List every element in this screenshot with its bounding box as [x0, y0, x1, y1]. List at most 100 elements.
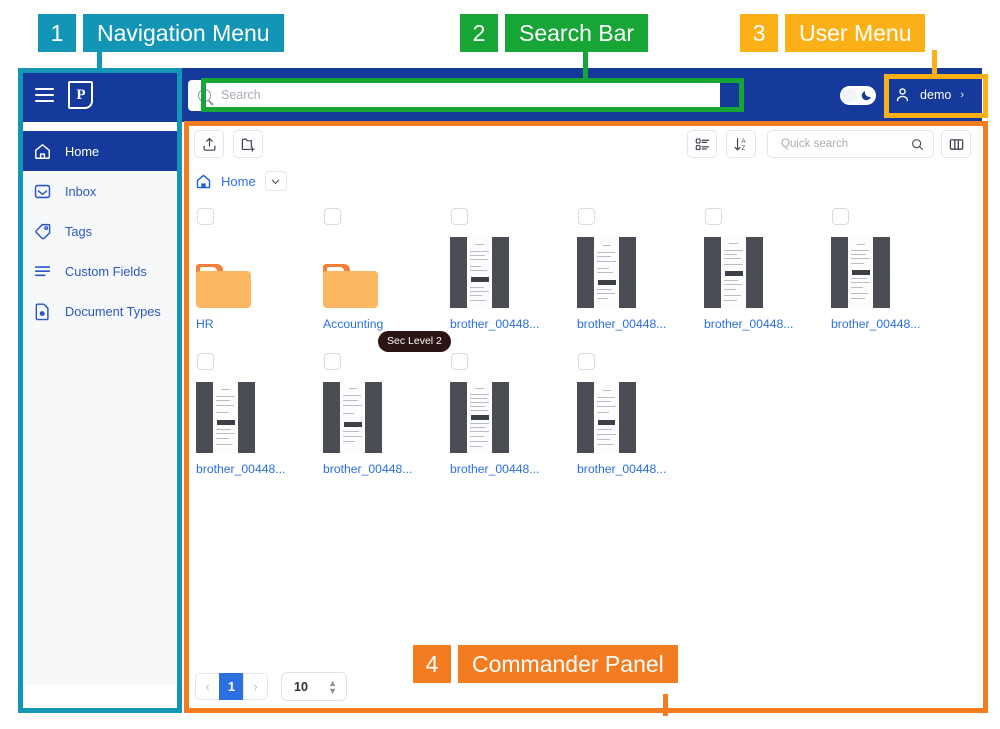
- search-icon: [198, 88, 211, 102]
- user-menu[interactable]: demo ›: [890, 82, 970, 108]
- document-thumbnail-icon: [704, 237, 763, 308]
- upload-icon: [203, 137, 215, 151]
- pagination-prev-button[interactable]: ‹: [195, 673, 220, 700]
- grid-item-document[interactable]: brother_00448...: [448, 200, 575, 345]
- grid-item-document[interactable]: brother_00448...: [448, 345, 575, 490]
- grid-item-document[interactable]: brother_00448...: [829, 200, 956, 345]
- page-size-value: 10: [294, 679, 308, 694]
- application-window: P Search demo › Home Inbox Tags Custom F…: [18, 68, 982, 713]
- hamburger-menu-icon[interactable]: [35, 88, 54, 102]
- updown-arrows-icon: ▲ ▼: [328, 677, 337, 696]
- navbar-brand-area: P: [18, 68, 182, 122]
- search-icon: [912, 138, 924, 150]
- quick-search-box[interactable]: [767, 130, 934, 158]
- item-checkbox[interactable]: [705, 208, 722, 225]
- item-label[interactable]: brother_00448...: [575, 317, 702, 331]
- dark-mode-toggle[interactable]: [840, 85, 877, 105]
- item-thumbnail: [575, 230, 702, 308]
- file-grid-row: brother_00448... brother_00448... brothe…: [194, 345, 970, 490]
- inbox-icon: [33, 182, 52, 201]
- sidebar-item-custom-fields[interactable]: Custom Fields: [18, 251, 181, 291]
- item-label[interactable]: brother_00448...: [575, 462, 702, 476]
- sort-az-icon: A Z: [734, 137, 745, 152]
- annotation-number: 2: [460, 14, 498, 52]
- sidebar-item-inbox[interactable]: Inbox: [18, 171, 181, 211]
- split-view-button[interactable]: [941, 130, 971, 158]
- folder-icon: [323, 264, 378, 308]
- breadcrumb-dropdown-button[interactable]: [264, 171, 287, 191]
- grid-item-document[interactable]: brother_00448...: [321, 345, 448, 490]
- search-bar[interactable]: [188, 79, 720, 111]
- grid-item-document[interactable]: brother_00448...: [702, 200, 829, 345]
- item-checkbox[interactable]: [197, 208, 214, 225]
- annotation-label: Search Bar: [505, 14, 649, 52]
- annotation-number: 4: [413, 645, 451, 683]
- annotation-stem-4: [663, 694, 668, 716]
- new-folder-icon: [241, 138, 255, 152]
- item-checkbox[interactable]: [324, 353, 341, 370]
- paperless-logo-icon[interactable]: P: [68, 81, 93, 109]
- document-type-icon: [33, 302, 52, 321]
- item-label[interactable]: brother_00448...: [194, 462, 321, 476]
- search-input[interactable]: [219, 87, 710, 103]
- file-grid-row: HR Accounting brother_00448... brother_0…: [194, 200, 970, 345]
- sidebar-item-document-types[interactable]: Document Types: [18, 291, 181, 331]
- pagination-next-button[interactable]: ›: [243, 673, 268, 700]
- quick-search-input[interactable]: [779, 137, 910, 151]
- grid-item-document[interactable]: brother_00448...: [194, 345, 321, 490]
- page-size-selector[interactable]: 10 ▲ ▼: [281, 672, 347, 701]
- sort-button[interactable]: A Z: [726, 130, 756, 158]
- annotation-stem-2: [583, 50, 588, 80]
- navigation-sidebar: Home Inbox Tags Custom Fields Document T…: [18, 122, 182, 713]
- sidebar-item-tags[interactable]: Tags: [18, 211, 181, 251]
- item-checkbox[interactable]: [832, 208, 849, 225]
- list-details-button[interactable]: [687, 130, 717, 158]
- annotation-stem-1: [97, 50, 102, 72]
- sidebar-item-label: Tags: [65, 223, 93, 239]
- item-checkbox[interactable]: [578, 353, 595, 370]
- annotation-tag-3: 3 User Menu: [740, 14, 926, 52]
- item-label[interactable]: HR: [194, 317, 321, 331]
- item-label[interactable]: brother_00448...: [321, 462, 448, 476]
- svg-text:A: A: [741, 139, 745, 145]
- item-label[interactable]: brother_00448...: [829, 317, 956, 331]
- item-checkbox[interactable]: [578, 208, 595, 225]
- annotation-tag-2: 2 Search Bar: [460, 14, 649, 52]
- breadcrumb-label-home[interactable]: Home: [221, 174, 256, 189]
- sidebar-item-home[interactable]: Home: [18, 131, 181, 171]
- item-checkbox[interactable]: [451, 208, 468, 225]
- item-checkbox[interactable]: [197, 353, 214, 370]
- item-label[interactable]: Accounting: [321, 317, 448, 331]
- sidebar-top-gap: [18, 122, 181, 131]
- item-label[interactable]: brother_00448...: [448, 317, 575, 331]
- home-icon[interactable]: [195, 173, 212, 190]
- pagination-page-1[interactable]: 1: [219, 673, 244, 700]
- split-view-icon: [949, 138, 963, 150]
- grid-item-document[interactable]: brother_00448...: [575, 200, 702, 345]
- grid-item-document[interactable]: brother_00448...: [575, 345, 702, 490]
- document-thumbnail-icon: [450, 382, 509, 453]
- new-folder-button[interactable]: [233, 130, 263, 158]
- tag-icon: [33, 222, 52, 241]
- item-label[interactable]: brother_00448...: [702, 317, 829, 331]
- annotation-label: Navigation Menu: [83, 14, 284, 52]
- file-grid: HR Accounting brother_00448... brother_0…: [182, 200, 982, 490]
- item-label[interactable]: brother_00448...: [448, 462, 575, 476]
- user-icon: [896, 88, 909, 102]
- item-thumbnail: [321, 375, 448, 453]
- item-checkbox[interactable]: [451, 353, 468, 370]
- document-thumbnail-icon: [831, 237, 890, 308]
- grid-item-folder[interactable]: Accounting: [321, 200, 448, 345]
- annotation-label: Commander Panel: [458, 645, 678, 683]
- grid-item-folder[interactable]: HR: [194, 200, 321, 345]
- document-thumbnail-icon: [577, 382, 636, 453]
- security-level-tooltip: Sec Level 2: [378, 331, 451, 352]
- item-checkbox[interactable]: [324, 208, 341, 225]
- annotation-label: User Menu: [785, 14, 926, 52]
- upload-button[interactable]: [194, 130, 224, 158]
- annotation-stem-3: [932, 50, 937, 76]
- document-thumbnail-icon: [577, 237, 636, 308]
- chevron-down-icon: [271, 179, 280, 184]
- list-lines-icon: [33, 262, 52, 281]
- list-details-icon: [695, 138, 709, 150]
